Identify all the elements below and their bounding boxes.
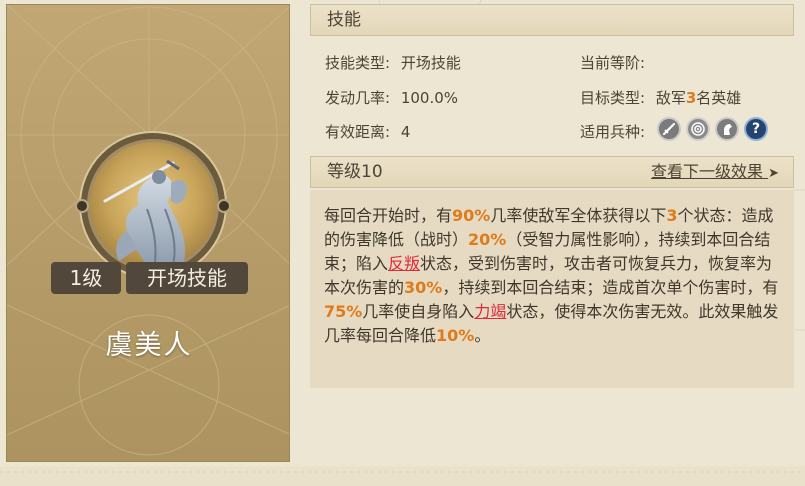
bow-target-icon[interactable] — [686, 117, 710, 141]
keyword-rebellion[interactable]: 反叛 — [388, 254, 420, 273]
target-type-row: 目标类型: 敌军3名英雄 — [580, 87, 741, 108]
desc-value-5: 75% — [324, 302, 363, 321]
horse-icon[interactable] — [715, 117, 739, 141]
desc-text-2: 几率使敌军全体获得以下 — [490, 206, 667, 225]
current-rank-label: 当前等阶: — [580, 54, 646, 72]
effective-range-row: 有效距离: 4 — [325, 121, 410, 142]
dancer-silhouette-icon — [103, 159, 188, 267]
hero-portrait — [75, 133, 231, 277]
skill-description: 每回合开始时，有90%几率使敌军全体获得以下3个状态：造成的伤害降低（战时）20… — [310, 190, 794, 388]
current-rank-row: 当前等阶: — [580, 52, 651, 73]
sword-icon[interactable] — [657, 117, 681, 141]
skill-header: 技能 — [310, 4, 794, 36]
chevron-right-icon: ➤ — [768, 166, 779, 181]
desc-value-6: 10% — [436, 326, 475, 345]
hero-skill-type-badge: 开场技能 — [126, 262, 248, 294]
skill-type-row: 技能类型: 开场技能 — [325, 52, 461, 73]
desc-text-7: 几率使自身陷入 — [362, 302, 475, 321]
trigger-rate-row: 发动几率: 100.0% — [325, 87, 458, 108]
effective-range-label: 有效距离: — [325, 123, 391, 141]
desc-value-2: 3 — [666, 206, 678, 225]
desc-text-9: 。 — [474, 326, 491, 345]
desc-text-1: 每回合开始时，有 — [324, 206, 453, 225]
view-next-level-link[interactable]: 查看下一级效果 ➤ — [651, 157, 779, 189]
trigger-rate-label: 发动几率: — [325, 89, 391, 107]
desc-value-4: 30% — [404, 278, 443, 297]
question-icon[interactable]: ? — [744, 117, 768, 141]
skill-type-value: 开场技能 — [400, 54, 461, 72]
keyword-exhaustion[interactable]: 力竭 — [474, 302, 506, 321]
desc-text-6: ，持续到本回合结束；造成首次单个伤害时，有 — [442, 278, 779, 297]
level-header: 等级10 查看下一级效果 ➤ — [310, 156, 794, 188]
hero-card[interactable]: 1级 开场技能 虞美人 — [6, 4, 290, 462]
troop-type-icons: ? — [657, 117, 768, 141]
view-next-level-label: 查看下一级效果 — [650, 162, 763, 181]
trigger-rate-value: 100.0% — [400, 89, 459, 107]
hero-level-badge: 1级 — [51, 262, 121, 294]
level-label: 等级10 — [327, 162, 383, 182]
target-count: 3 — [685, 89, 697, 107]
troop-types-label: 适用兵种: — [580, 123, 646, 141]
effective-range-value: 4 — [400, 123, 411, 141]
desc-value-1: 90% — [452, 206, 491, 225]
troop-types-row: 适用兵种: — [580, 121, 645, 142]
medallion-stud-right — [217, 199, 231, 213]
hero-name: 虞美人 — [105, 330, 193, 361]
target-suffix: 名英雄 — [696, 89, 742, 107]
target-type-label: 目标类型: — [580, 89, 646, 107]
desc-value-3: 20% — [468, 230, 507, 249]
skill-type-label: 技能类型: — [325, 54, 391, 72]
target-prefix: 敌军 — [655, 89, 686, 107]
target-type-value: 敌军3名英雄 — [656, 89, 741, 107]
